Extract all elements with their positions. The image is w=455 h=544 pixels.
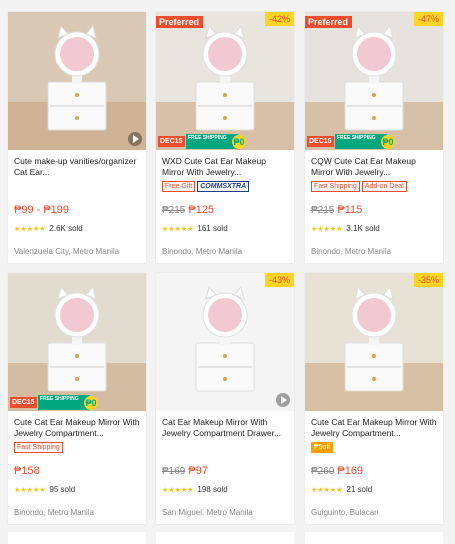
promo-banner: DEC15 FREE SHIPPING ₱0 <box>156 132 294 150</box>
star-rating-icon: ★★★★★ <box>162 226 194 233</box>
discount-badge: -42% <box>264 12 294 26</box>
product-image[interactable]: Preferred -47% DEC15 FREE SHIPPING ₱0 <box>305 12 443 150</box>
preferred-badge: Preferred <box>156 16 204 28</box>
dec15-tag: DEC15 <box>158 136 185 147</box>
zero-fee-badge: ₱0 <box>232 135 246 149</box>
sale-price: ₱97 <box>188 465 208 477</box>
free-shipping-tag: FREE SHIPPING <box>38 395 90 410</box>
sale-price: ₱115 <box>337 204 363 216</box>
promo-label: Free Gift <box>162 181 196 192</box>
dec15-tag: DEC15 <box>10 397 37 408</box>
discount-badge: -47% <box>413 12 443 26</box>
star-rating-icon: ★★★★★ <box>311 487 343 494</box>
product-card[interactable]: Cute make-up vanities/organizer Cat Ear.… <box>8 12 146 263</box>
product-title[interactable]: CQW Cute Cat Ear Makeup Mirror With Jewe… <box>311 156 437 177</box>
sale-price: ₱169 <box>337 465 364 477</box>
shop-location: San Miguel, Metro Manila <box>162 508 253 517</box>
price: ₱215 ₱125 <box>162 200 214 218</box>
product-image[interactable]: -43% <box>156 273 294 411</box>
sale-price: ₱125 <box>188 204 215 216</box>
product-image[interactable]: -35% <box>305 273 443 411</box>
price: ₱99 - ₱199 <box>14 200 69 218</box>
promo-label: ₱5off <box>311 442 334 453</box>
free-shipping-tag: FREE SHIPPING <box>335 134 387 149</box>
product-labels: Free Gift COMMSXTRA <box>162 181 251 193</box>
rating-row: ★★★★★ 3.1K sold <box>311 224 380 233</box>
product-image[interactable]: Preferred -42% DEC15 FREE SHIPPING ₱0 <box>156 12 294 150</box>
zero-fee-badge: ₱0 <box>381 135 395 149</box>
sale-price: ₱158 <box>14 465 40 477</box>
sold-count: 198 sold <box>197 485 228 494</box>
rating-row: ★★★★★ 95 sold <box>14 485 75 494</box>
partial-card[interactable] <box>305 532 443 544</box>
star-rating-icon: ★★★★★ <box>14 487 46 494</box>
rating-row: ★★★★★ 2.6K sold <box>14 224 83 233</box>
shop-location: Binondo, Metro Manila <box>162 247 243 256</box>
product-title[interactable]: WXD Cute Cat Ear Makeup Mirror With Jewe… <box>162 156 288 177</box>
partial-card[interactable] <box>8 532 146 544</box>
product-labels: Fast Shipping Add-on Deal <box>311 181 409 193</box>
preferred-badge: Preferred <box>305 16 353 28</box>
zero-fee-badge: ₱0 <box>84 396 98 410</box>
price: ₱169 ₱97 <box>162 461 208 479</box>
partial-card[interactable] <box>156 532 294 544</box>
rating-row: ★★★★★ 21 sold <box>311 485 372 494</box>
product-title[interactable]: Cute make-up vanities/organizer Cat Ear.… <box>14 156 140 177</box>
discount-badge: -35% <box>413 273 443 287</box>
sold-count: 21 sold <box>346 485 373 494</box>
rating-row: ★★★★★ 198 sold <box>162 485 228 494</box>
product-image[interactable]: DEC15 FREE SHIPPING ₱0 <box>8 273 146 411</box>
discount-badge: -43% <box>264 273 294 287</box>
promo-banner: DEC15 FREE SHIPPING ₱0 <box>305 132 443 150</box>
price: ₱158 <box>14 461 40 479</box>
original-price: ₱260 <box>311 466 335 477</box>
price: ₱215 ₱115 <box>311 200 362 218</box>
product-card[interactable]: -43% Cat Ear Makeup Mirror With Jewelry C… <box>156 273 294 524</box>
promo-banner: DEC15 FREE SHIPPING ₱0 <box>8 393 146 411</box>
sold-count: 2.6K sold <box>49 224 83 233</box>
original-price: ₱169 <box>162 466 186 477</box>
product-card[interactable]: Preferred -42% DEC15 FREE SHIPPING ₱0 WXD Cut… <box>156 12 294 263</box>
product-title[interactable]: Cute Cat Ear Makeup Mirror With Jewelry … <box>14 417 140 438</box>
star-rating-icon: ★★★★★ <box>162 487 194 494</box>
shop-location: Valenzuela City, Metro Manila <box>14 247 120 256</box>
star-rating-icon: ★★★★★ <box>14 226 46 233</box>
sale-price: ₱99 - ₱199 <box>14 204 70 216</box>
original-price: ₱215 <box>311 205 335 216</box>
shop-location: Guiguinto, Bulacan <box>311 508 379 517</box>
promo-label: COMMSXTRA <box>197 181 250 192</box>
product-image[interactable] <box>8 12 146 150</box>
sold-count: 95 sold <box>49 485 76 494</box>
promo-label: Add-on Deal <box>361 181 407 192</box>
price: ₱260 ₱169 <box>311 461 363 479</box>
sold-count: 161 sold <box>197 224 228 233</box>
product-labels: ₱5off <box>311 442 335 454</box>
product-card[interactable]: DEC15 FREE SHIPPING ₱0 Cute Cat Ear Makeup … <box>8 273 146 524</box>
play-icon[interactable] <box>276 393 290 407</box>
product-title[interactable]: Cat Ear Makeup Mirror With Jewelry Compa… <box>162 417 288 438</box>
sold-count: 3.1K sold <box>346 224 380 233</box>
rating-row: ★★★★★ 161 sold <box>162 224 228 233</box>
star-rating-icon: ★★★★★ <box>311 226 343 233</box>
dec15-tag: DEC15 <box>307 136 334 147</box>
original-price: ₱215 <box>162 205 186 216</box>
promo-label: Fast Shipping <box>14 442 63 453</box>
promo-label: Fast Shipping <box>311 181 360 192</box>
product-labels: Fast Shipping <box>14 442 65 454</box>
product-card[interactable]: -35% Cute Cat Ear Makeup Mirror With Jewe… <box>305 273 443 524</box>
product-title[interactable]: Cute Cat Ear Makeup Mirror With Jewelry … <box>311 417 437 438</box>
shop-location: Binondo, Metro Manila <box>311 247 392 256</box>
free-shipping-tag: FREE SHIPPING <box>186 134 238 149</box>
product-card[interactable]: Preferred -47% DEC15 FREE SHIPPING ₱0 CQW Cut… <box>305 12 443 263</box>
play-icon[interactable] <box>128 132 142 146</box>
shop-location: Binondo, Metro Manila <box>14 508 95 517</box>
